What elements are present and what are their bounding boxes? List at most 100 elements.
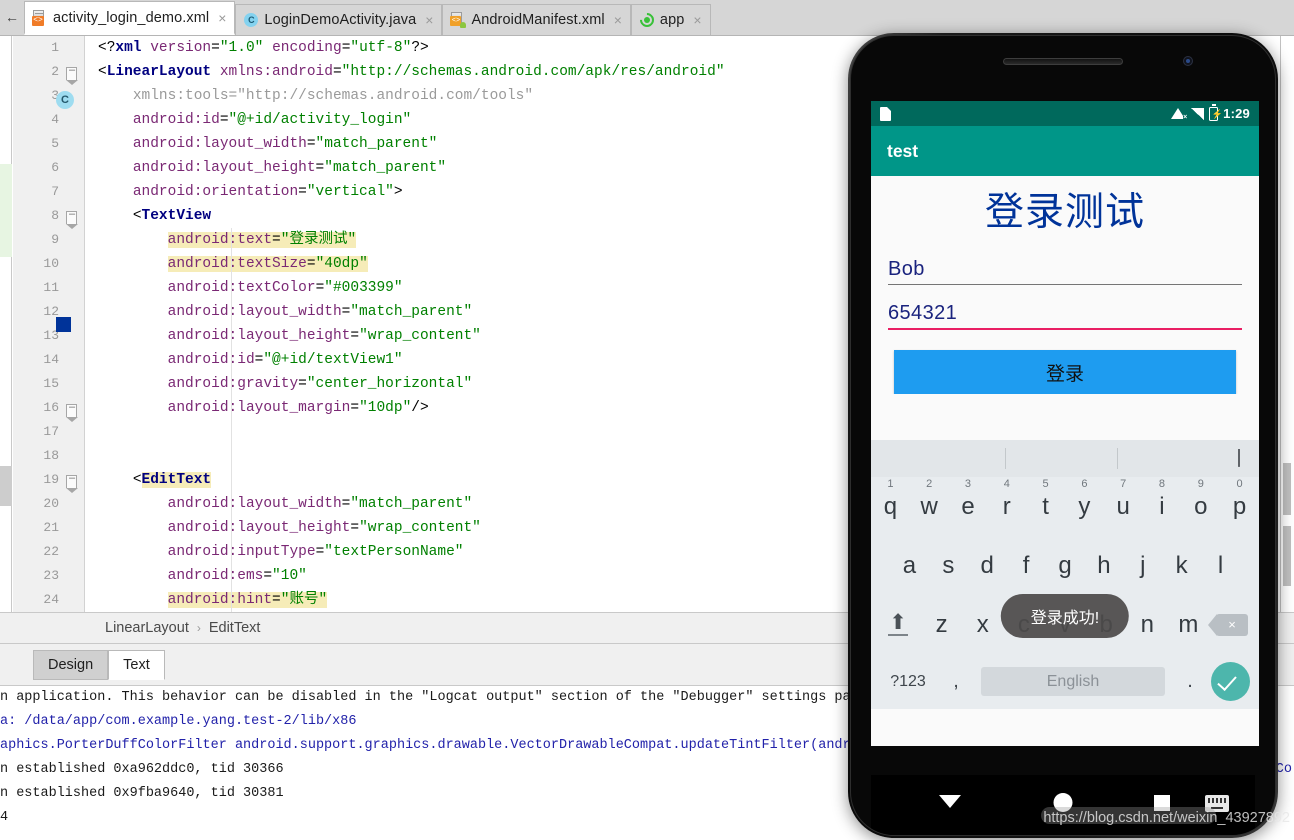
key-hint: 1 (887, 477, 894, 490)
key-g[interactable]: g (1046, 552, 1085, 580)
emulator-screen[interactable]: × ⚡ 1:29 test 登录测试 Bob 654321 登录 1 q 2 w… (871, 101, 1259, 746)
sim-card-icon (880, 106, 891, 121)
scrollbar-mark (1283, 526, 1291, 586)
key-z[interactable]: z (921, 611, 962, 639)
backspace-icon[interactable]: × (1207, 613, 1255, 636)
key-t[interactable]: 5t (1026, 478, 1065, 521)
left-scrollbar-thumb[interactable] (0, 466, 12, 506)
key-x[interactable]: x (962, 611, 1003, 639)
username-underline (888, 283, 1242, 286)
app-bar: test (871, 126, 1259, 176)
tab-design[interactable]: Design (33, 649, 109, 680)
scrollbar-mark (1283, 463, 1291, 515)
key-y[interactable]: 6y (1065, 478, 1104, 521)
key-a[interactable]: a (890, 552, 929, 580)
key-n[interactable]: n (1127, 611, 1168, 639)
key-u[interactable]: 7u (1104, 478, 1143, 521)
keyboard-row-4: ?123 , English . (871, 654, 1259, 709)
microphone-icon[interactable] (1238, 449, 1246, 468)
keyboard-row-2: a s d f g h j k l (871, 536, 1259, 595)
code-fold-icon[interactable] (66, 64, 78, 85)
tab-label: LoginDemoActivity.java (264, 12, 417, 28)
key-hint: 8 (1158, 477, 1166, 490)
key-w[interactable]: 2w (910, 478, 949, 521)
key-hint: 4 (1003, 477, 1010, 490)
java-class-gutter-icon[interactable]: C (56, 91, 74, 109)
tab-text[interactable]: Text (108, 649, 165, 680)
symbols-key[interactable]: ?123 (877, 673, 939, 691)
tab-activity-login-demo-xml[interactable]: <> activity_login_demo.xml × (24, 1, 236, 35)
android-status-bar: × ⚡ 1:29 (871, 101, 1259, 126)
vcs-added-marker (0, 164, 12, 257)
username-field[interactable]: Bob (888, 258, 1242, 291)
breadcrumb-item-edittext[interactable]: EditText (209, 620, 261, 636)
line-number: 13 (43, 328, 59, 343)
key-d[interactable]: d (968, 552, 1007, 580)
line-number: 1 (51, 40, 59, 55)
key-h[interactable]: h (1084, 552, 1123, 580)
tab-logindemoactivity-java[interactable]: C LoginDemoActivity.java × (235, 4, 443, 35)
tab-scroll-back-icon[interactable]: ← (0, 0, 24, 35)
line-number: 6 (51, 160, 59, 175)
comma-key[interactable]: , (939, 670, 973, 693)
line-number: 8 (51, 208, 59, 223)
code-fold-icon[interactable] (66, 208, 78, 229)
line-number: 4 (51, 112, 59, 127)
line-number: 2 (51, 64, 59, 79)
line-number: 12 (43, 304, 59, 319)
shift-key-icon[interactable]: ⬆ (875, 612, 921, 636)
check-enter-icon[interactable] (1207, 662, 1253, 702)
vcs-change-strip (0, 36, 12, 612)
key-hint: 0 (1236, 477, 1243, 490)
key-e[interactable]: 3e (949, 478, 988, 521)
line-number: 17 (43, 424, 59, 439)
key-j[interactable]: j (1123, 552, 1162, 580)
key-q[interactable]: 1q (871, 478, 910, 521)
tab-androidmanifest-xml[interactable]: <> AndroidManifest.xml × (442, 4, 631, 35)
color-swatch-gutter-icon[interactable] (56, 317, 71, 332)
login-button[interactable]: 登录 (894, 350, 1236, 395)
toast-message: 登录成功! (1000, 594, 1130, 638)
tab-close-icon[interactable]: × (218, 10, 226, 26)
key-hint: 5 (1042, 477, 1049, 490)
app-module-icon (637, 10, 657, 30)
tab-label: activity_login_demo.xml (53, 9, 210, 26)
key-l[interactable]: l (1201, 552, 1240, 580)
editor-right-scrollbar[interactable] (1280, 36, 1294, 612)
chevron-right-icon: › (196, 621, 201, 635)
period-key[interactable]: . (1173, 670, 1207, 693)
key-r[interactable]: 4r (987, 478, 1026, 521)
soft-keyboard[interactable]: 1q 2w 3e 4r 5t 6y 7u 8i 9o 0p a s d f g (871, 440, 1259, 710)
key-f[interactable]: f (1007, 552, 1046, 580)
tab-app-module[interactable]: app × (630, 4, 711, 35)
key-k[interactable]: k (1162, 552, 1201, 580)
line-number: 24 (43, 592, 59, 607)
password-field[interactable]: 654321 (888, 302, 1242, 335)
space-key[interactable]: English (981, 667, 1165, 697)
back-triangle-icon[interactable] (939, 795, 961, 808)
tab-close-icon[interactable]: × (693, 12, 701, 28)
line-number: 11 (43, 280, 59, 295)
key-s[interactable]: s (929, 552, 968, 580)
line-number: 14 (43, 352, 59, 367)
suggestion-bar[interactable] (871, 440, 1259, 478)
line-number: 18 (43, 448, 59, 463)
key-i[interactable]: 8i (1143, 478, 1182, 521)
line-number: 22 (43, 544, 59, 559)
key-o[interactable]: 9o (1181, 478, 1220, 521)
tab-label: app (659, 12, 685, 28)
wifi-no-internet-icon: × (1171, 107, 1188, 121)
line-number: 23 (43, 568, 59, 583)
app-content: 登录测试 Bob 654321 登录 (871, 176, 1259, 395)
content-spacer (871, 394, 1259, 441)
breadcrumb-item-linearlayout[interactable]: LinearLayout (105, 620, 189, 636)
tab-close-icon[interactable]: × (614, 12, 622, 28)
code-fold-icon[interactable] (66, 401, 78, 422)
app-bar-title: test (887, 140, 919, 161)
editor-tab-bar: ← <> activity_login_demo.xml × C LoginDe… (0, 0, 1294, 36)
key-m[interactable]: m (1168, 611, 1209, 639)
key-p[interactable]: 0p (1220, 478, 1259, 521)
code-fold-icon[interactable] (66, 472, 78, 493)
tab-close-icon[interactable]: × (425, 12, 433, 28)
username-value: Bob (888, 257, 925, 280)
